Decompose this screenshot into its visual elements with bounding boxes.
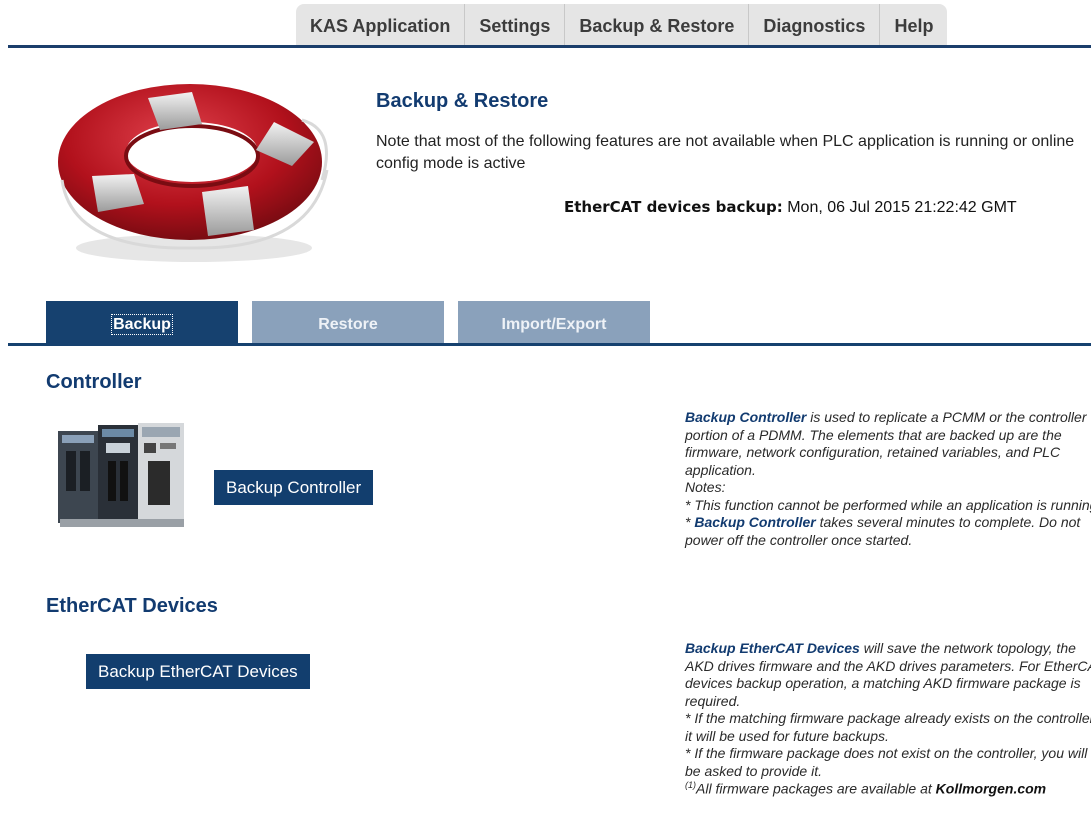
controller-help-note2: * Backup Controller takes several minute… [685, 514, 1081, 548]
backup-controller-button[interactable]: Backup Controller [214, 470, 374, 505]
tab-backup-label: Backup [111, 314, 173, 335]
nav-divider [8, 45, 1091, 48]
ethercat-help-note1: * If the matching firmware package alrea… [685, 710, 1091, 744]
kollmorgen-link[interactable]: Kollmorgen.com [936, 781, 1046, 797]
controller-device-image [58, 423, 184, 527]
ethercat-backup-label: EtherCAT devices backup: [564, 198, 783, 216]
ethercat-backup-status: EtherCAT devices backup: Mon, 06 Jul 201… [564, 198, 1017, 217]
top-nav: KAS Application Settings Backup & Restor… [296, 4, 948, 46]
lifebuoy-icon [58, 84, 329, 262]
ethercat-backup-value: Mon, 06 Jul 2015 21:22:42 GMT [787, 199, 1017, 216]
nav-tab-help[interactable]: Help [880, 4, 948, 46]
footnote-marker: (1) [685, 780, 696, 790]
controller-help-notes-label: Notes: [685, 479, 726, 495]
tab-restore[interactable]: Restore [252, 301, 444, 344]
page-note: Note that most of the following features… [376, 133, 1075, 172]
nav-tab-kas-application[interactable]: KAS Application [296, 4, 466, 46]
tab-import-export[interactable]: Import/Export [458, 301, 650, 344]
nav-tab-diagnostics[interactable]: Diagnostics [749, 4, 881, 46]
subtabs: Backup Restore Import/Export [46, 301, 650, 344]
nav-tab-settings[interactable]: Settings [465, 4, 566, 46]
nav-tab-backup-restore[interactable]: Backup & Restore [565, 4, 750, 46]
ethercat-help-strong: Backup EtherCAT Devices [685, 640, 860, 656]
subtab-divider [8, 343, 1091, 346]
ethercat-section-title: EtherCAT Devices [46, 595, 218, 617]
controller-section-title: Controller [46, 371, 142, 393]
backup-ethercat-button[interactable]: Backup EtherCAT Devices [86, 654, 310, 689]
page-title: Backup & Restore [376, 90, 549, 112]
ethercat-help-note2: * If the firmware package does not exist… [685, 745, 1088, 779]
controller-help-strong: Backup Controller [685, 409, 807, 425]
firmware-footnote: (1)All firmware packages are available a… [685, 780, 1047, 797]
controller-help-p1: Backup Controller is used to replicate a… [685, 409, 1087, 478]
ethercat-help-p1: Backup EtherCAT Devices will save the ne… [685, 640, 1091, 709]
controller-help-text: Backup Controller is used to replicate a… [685, 409, 1091, 549]
controller-help-note1: * This function cannot be performed whil… [685, 496, 1091, 513]
ethercat-help-text: Backup EtherCAT Devices will save the ne… [685, 640, 1091, 780]
tab-backup[interactable]: Backup [46, 301, 238, 344]
